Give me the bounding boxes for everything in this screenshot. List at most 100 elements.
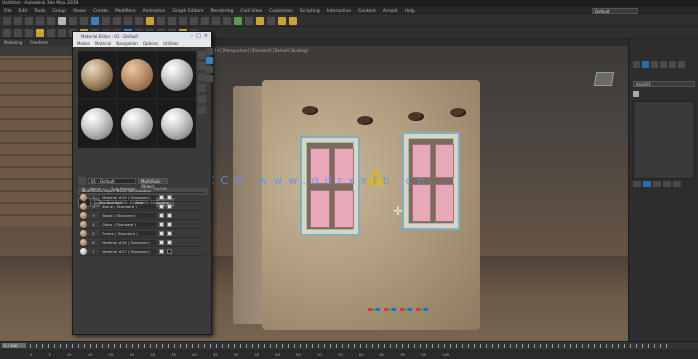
color-swatch[interactable] [159,212,164,218]
on-off-checkbox[interactable] [167,248,172,254]
sample-type-icon[interactable] [198,51,206,59]
object-color-swatch[interactable] [633,91,639,97]
video-check-icon[interactable] [198,95,206,103]
tab-modeling[interactable]: Modeling [4,40,22,45]
menu-customize[interactable]: Customize [269,9,293,14]
menu-edit[interactable]: Edit [19,9,28,14]
material-type-button[interactable]: Multi/Sub-Object [138,177,168,189]
options-icon[interactable] [198,106,206,114]
select-by-name-icon[interactable] [69,16,77,25]
spinner-snap-icon[interactable] [179,16,187,25]
menu-civil-view[interactable]: Civil View [240,9,262,14]
uv-tiling-icon[interactable] [198,84,206,92]
on-off-checkbox[interactable] [167,239,172,245]
modifier-list[interactable] [633,101,695,179]
menu-animation[interactable]: Animation [143,9,166,14]
minimize-icon[interactable]: – [191,33,194,39]
modify-tab-icon[interactable] [642,61,649,68]
snap-icon[interactable] [146,16,154,25]
pivot-icon[interactable] [135,16,143,25]
table-row[interactable]: 6 Material #26 ( Standard ) [80,238,204,247]
menu-interactive[interactable]: Interactive [327,9,351,14]
motion-tab-icon[interactable] [660,61,667,68]
on-off-checkbox[interactable] [167,194,172,200]
sample-slot[interactable] [78,51,116,98]
tool-icon[interactable] [206,75,213,82]
angle-snap-icon[interactable] [157,16,165,25]
render-icon[interactable] [289,16,297,25]
table-row[interactable]: 5 Frame ( Standard ) [80,229,204,238]
remove-modifier-icon[interactable] [663,181,671,187]
mirror-icon[interactable] [201,16,209,25]
backlight-icon[interactable] [198,62,206,70]
material-editor-icon[interactable] [256,16,264,25]
select-icon[interactable] [58,16,66,25]
sample-slot[interactable] [158,100,196,147]
sample-slot[interactable] [158,51,196,98]
layer-icon[interactable] [223,16,231,25]
table-row[interactable]: 3 Wood ( Standard ) [80,211,204,220]
pin-stack-icon[interactable] [633,181,641,187]
sub-material-button[interactable]: Material #25 ( Standard ) [100,194,156,200]
background-icon[interactable] [198,73,206,81]
make-unique-icon[interactable] [653,181,661,187]
named-selection-icon[interactable] [190,16,198,25]
timeline-ticks[interactable] [30,344,670,348]
time-slider[interactable]: 0 / 100 [2,343,26,348]
close-icon[interactable]: × [204,33,208,39]
menu-content[interactable]: Content [358,9,376,14]
tool-icon[interactable] [206,48,213,55]
polygon-icon[interactable] [36,28,44,37]
tool-icon[interactable] [206,66,213,73]
menu-file[interactable]: File [4,9,12,14]
show-end-result-icon[interactable] [643,181,651,187]
color-swatch[interactable] [159,221,164,227]
edge-icon[interactable] [47,28,55,37]
maximize-icon[interactable]: □ [196,33,201,39]
bind-icon[interactable] [47,16,55,25]
sample-slot[interactable] [118,100,156,147]
menu-modes[interactable]: Modes [77,41,90,46]
hierarchy-tab-icon[interactable] [651,61,658,68]
object-name-field[interactable]: Box001 [633,81,695,87]
link-icon[interactable] [25,16,33,25]
menu-navigation[interactable]: Navigation [116,41,138,46]
vertex-icon[interactable] [58,28,66,37]
unlink-icon[interactable] [36,16,44,25]
display-tab-icon[interactable] [669,61,676,68]
menu-scripting[interactable]: Scripting [300,9,320,14]
table-row[interactable]: 7 Material #27 ( Standard ) [80,247,204,256]
percent-snap-icon[interactable] [168,16,176,25]
material-name-field[interactable]: 01 - Default [88,177,136,184]
move-icon[interactable] [91,16,99,25]
sub-material-button[interactable]: Frame ( Standard ) [100,230,156,236]
create-tab-icon[interactable] [633,61,640,68]
sub-material-button[interactable]: Stone ( Standard ) [100,203,156,209]
on-off-checkbox[interactable] [167,221,172,227]
curve-editor-icon[interactable] [234,16,242,25]
on-off-checkbox[interactable] [167,230,172,236]
menu-tools[interactable]: Tools [34,9,45,14]
color-swatch[interactable] [159,248,164,254]
swift-loop-icon[interactable] [3,28,11,37]
table-row[interactable]: 1 Material #25 ( Standard ) [80,193,204,202]
scale-icon[interactable] [113,16,121,25]
menu-views[interactable]: Views [73,9,86,14]
configure-modifier-icon[interactable] [673,181,681,187]
table-row[interactable]: 2 Stone ( Standard ) [80,202,204,211]
color-swatch[interactable] [159,230,164,236]
render-setup-icon[interactable] [267,16,275,25]
sub-material-button[interactable]: Wood ( Standard ) [100,212,156,218]
sample-slot[interactable] [78,100,116,147]
region-select-icon[interactable] [80,16,88,25]
menu-help[interactable]: Help [404,9,414,14]
table-row[interactable]: 4 Glass ( Standard ) [80,220,204,229]
color-swatch[interactable] [159,239,164,245]
menu-arnold[interactable]: Arnold [383,9,398,14]
align-icon[interactable] [212,16,220,25]
redo-icon[interactable] [14,16,22,25]
tab-freeform[interactable]: Freeform [30,40,48,45]
schematic-icon[interactable] [245,16,253,25]
on-off-checkbox[interactable] [167,203,172,209]
sample-slot[interactable] [118,51,156,98]
